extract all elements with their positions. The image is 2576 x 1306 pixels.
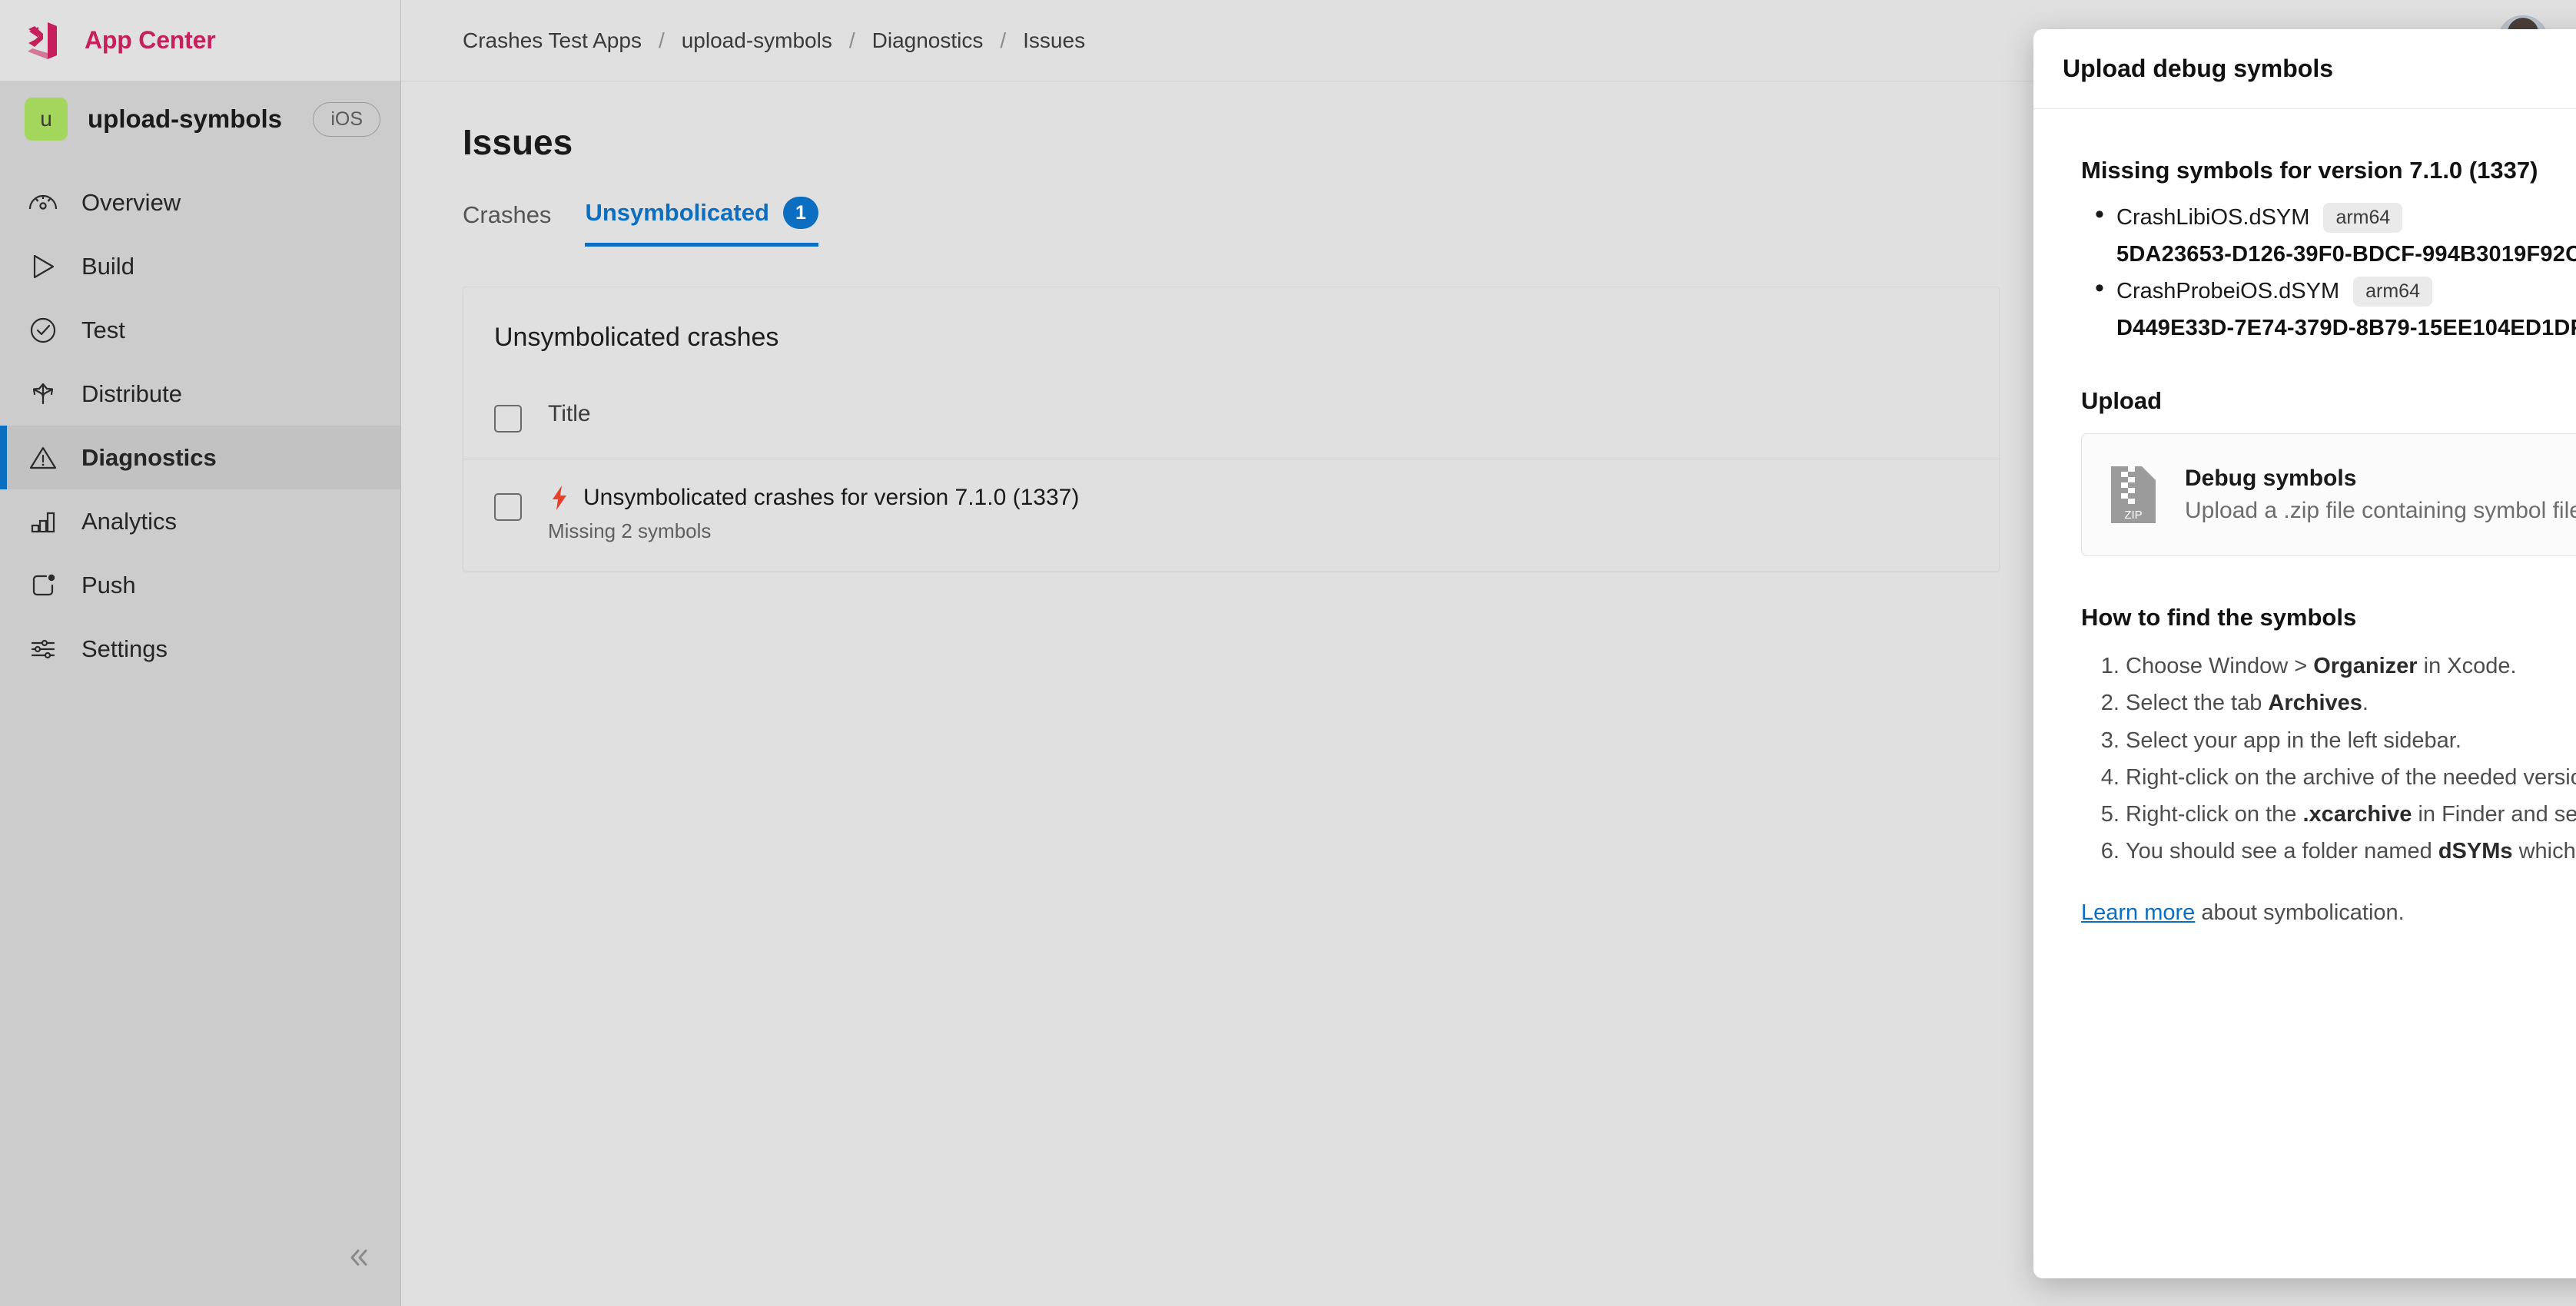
list-item: Right-click on the .xcarchive in Finder … [2126,800,2576,829]
symbol-name-row: CrashProbeiOS.dSYM arm64 [2090,273,2576,307]
symbol-uuid: 5DA23653-D126-39F0-BDCF-994B3019F92C [2116,242,2576,267]
row-subtitle: Missing 2 symbols [548,519,712,542]
list-item: CrashProbeiOS.dSYM arm64 D449E33D-7E74-3… [2090,273,2576,341]
symbol-uuid: D449E33D-7E74-379D-8B79-15EE104ED1DF [2116,316,2576,340]
list-item: CrashLibiOS.dSYM arm64 5DA23653-D126-39F… [2090,200,2576,267]
upload-heading: Upload [2081,387,2163,414]
avatar: u [25,98,68,141]
howto-heading: How to find the symbols [2081,604,2357,631]
unsymbolicated-crashes-card: Unsymbolicated crashes Title Unsymbolica… [463,287,2000,572]
sidebar-item-label: Distribute [81,380,182,407]
distribute-arrows-icon [32,383,54,404]
panel-title: Upload debug symbols [2063,55,2334,82]
symbol-name: CrashProbeiOS.dSYM [2116,279,2340,303]
row-content: Unsymbolicated crashes for version 7.1.0… [548,484,1079,543]
tab-crashes[interactable]: Crashes [463,201,551,247]
main-area: Crashes Test Apps / upload-symbols / Dia… [401,0,2576,1306]
learn-more-link[interactable]: Learn more [2081,900,2195,925]
table-row[interactable]: Unsymbolicated crashes for version 7.1.0… [463,459,1999,571]
sidebar-item-push[interactable]: Push [0,553,400,617]
brand-header[interactable]: App Center [0,0,400,81]
sidebar-item-overview[interactable]: Overview [0,171,400,234]
sidebar-item-diagnostics[interactable]: Diagnostics [0,426,400,489]
svg-text:ZIP: ZIP [2124,509,2142,522]
sidebar-item-distribute[interactable]: Distribute [0,362,400,426]
symbol-name: CrashLibiOS.dSYM [2116,205,2310,230]
sidebar-item-label: Test [81,316,125,343]
learn-more-rest: about symbolication. [2195,900,2405,925]
sidebar-item-label: Settings [81,635,168,662]
zip-file-icon: ZIP [2111,466,2156,523]
list-item: Choose Window > Organizer in Xcode. [2126,651,2576,681]
check-circle-icon [30,317,56,343]
breadcrumb-separator: / [1000,28,1007,52]
list-item: Select the tab Archives. [2126,688,2576,718]
upload-file-title: Debug symbols [2185,466,2357,491]
app-center-logo-icon [28,22,57,59]
breadcrumb: Crashes Test Apps / upload-symbols / Dia… [463,28,1085,53]
upload-file-description: Upload a .zip file containing symbol fil… [2185,498,2576,523]
sidebar-item-test[interactable]: Test [0,298,400,362]
sidebar: App Center u upload-symbols iOS Overview [0,0,401,1306]
sidebar-item-analytics[interactable]: Analytics [0,489,400,553]
breadcrumb-separator: / [658,28,665,52]
sidebar-app-header[interactable]: u upload-symbols iOS [0,81,400,157]
brand-name: App Center [85,26,216,54]
learn-more-line: Learn more about symbolication. [2081,900,2576,926]
debug-symbols-upload-dropzone[interactable]: ZIP Debug symbols Upload a .zip file con… [2081,433,2576,556]
breadcrumb-item-issues[interactable]: Issues [1023,28,1085,53]
tab-label: Unsymbolicated [585,199,769,226]
sidebar-item-label: Build [81,252,134,280]
gauge-icon [28,194,58,210]
select-all-checkbox[interactable] [494,405,522,433]
symbol-arch-badge: arm64 [2353,277,2432,307]
tab-unsymbolicated[interactable]: Unsymbolicated 1 [585,197,818,247]
list-item: Select your app in the left sidebar. [2126,726,2576,755]
double-chevron-left-icon [350,1249,367,1266]
upload-text-block: Debug symbols Upload a .zip file contain… [2185,466,2576,524]
app-root: App Center u upload-symbols iOS Overview [0,0,2576,1306]
panel-header: Upload debug symbols [2033,29,2576,109]
breadcrumb-item-app[interactable]: upload-symbols [682,28,832,53]
breadcrumb-item-org[interactable]: Crashes Test Apps [463,28,642,53]
table-header: Title [463,353,1999,459]
breadcrumb-item-diagnostics[interactable]: Diagnostics [872,28,984,53]
bar-chart-icon [31,512,55,532]
missing-symbols-heading: Missing symbols for version 7.1.0 (1337) [2081,157,2538,184]
sidebar-collapse-button[interactable] [332,1231,386,1284]
tab-label: Crashes [463,201,552,228]
play-triangle-icon [33,254,55,278]
sidebar-item-label: Overview [81,188,181,216]
card-title: Unsymbolicated crashes [494,323,779,352]
warning-triangle-icon [29,446,57,469]
sidebar-item-label: Analytics [81,507,178,535]
sliders-icon [31,639,55,658]
symbol-name-row: CrashLibiOS.dSYM arm64 [2090,200,2576,233]
list-item: Right-click on the archive of the needed… [2126,763,2576,792]
push-notification-icon [32,574,55,595]
sidebar-item-settings[interactable]: Settings [0,617,400,681]
lightning-bolt-icon [553,486,566,510]
howto-steps-list: Choose Window > Organizer in Xcode. Sele… [2126,651,2576,867]
sidebar-item-build[interactable]: Build [0,234,400,298]
column-header-title: Title [548,401,591,426]
sidebar-item-label: Push [81,571,136,598]
symbol-arch-badge: arm64 [2323,203,2403,233]
panel-body: Missing symbols for version 7.1.0 (1337)… [2033,109,2576,926]
upload-debug-symbols-panel: Upload debug symbols Missing symbols for… [2033,29,2576,1278]
row-title-line: Unsymbolicated crashes for version 7.1.0… [548,484,1079,512]
row-title: Unsymbolicated crashes for version 7.1.0… [583,485,1080,510]
status-badge: iOS [313,101,380,137]
sidebar-item-label: Diagnostics [81,443,217,471]
tab-badge-count: 1 [782,197,818,229]
breadcrumb-separator: / [848,28,855,52]
sidebar-nav: Overview Build Test Distribute Diagnosti… [0,171,400,681]
list-item: You should see a folder named dSYMs whic… [2126,837,2576,866]
missing-symbols-list: CrashLibiOS.dSYM arm64 5DA23653-D126-39F… [2090,200,2576,341]
sidebar-app-name: upload-symbols [88,104,283,133]
row-checkbox[interactable] [494,493,522,521]
